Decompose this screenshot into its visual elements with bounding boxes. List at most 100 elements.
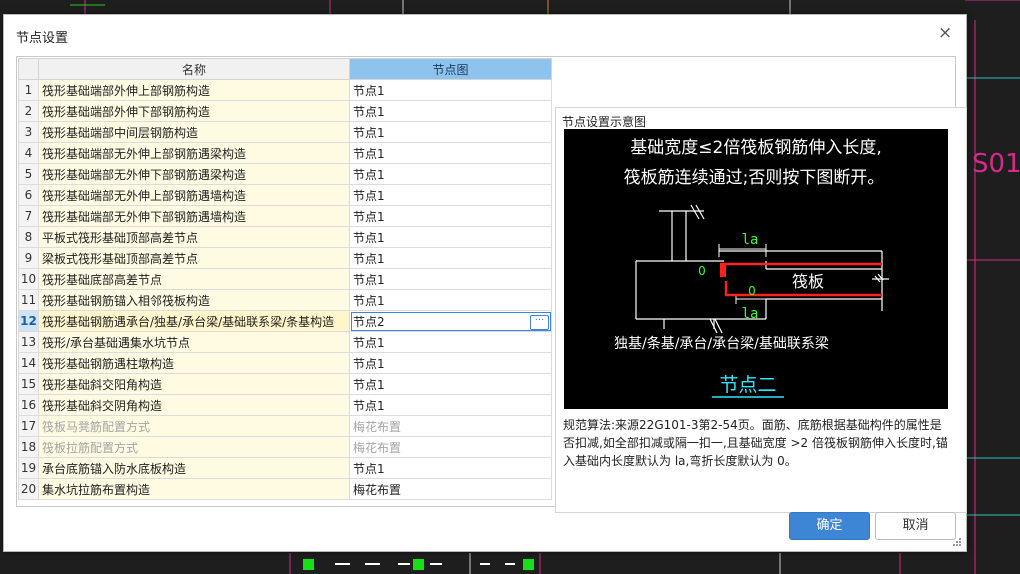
table-row[interactable]: 14 筏形基础钢筋遇柱墩构造 节点1: [18, 352, 552, 374]
row-value-cell[interactable]: 节点1: [349, 205, 552, 227]
row-value-cell[interactable]: 节点1: [349, 121, 552, 143]
row-name-cell[interactable]: 筏形基础钢筋锚入相邻筏板构造: [38, 289, 350, 311]
row-number[interactable]: 6: [18, 184, 39, 206]
resize-grip-icon[interactable]: [952, 537, 962, 547]
row-value-text: 节点1: [353, 251, 385, 266]
row-name-cell[interactable]: 筏形基础钢筋遇柱墩构造: [38, 352, 350, 374]
slab-label: 筏板: [792, 272, 824, 291]
row-name-cell[interactable]: 筏形基础端部无外伸下部钢筋遇墙构造: [38, 205, 350, 227]
row-value-cell[interactable]: 节点1: [349, 247, 552, 269]
ellipsis-button[interactable]: ···: [530, 314, 549, 330]
close-icon[interactable]: ×: [938, 25, 952, 42]
table-row[interactable]: 17 筏板马凳筋配置方式 梅花布置: [18, 415, 552, 437]
row-value-cell[interactable]: 节点1: [349, 100, 552, 122]
row-name-cell[interactable]: 平板式筏形基础顶部高差节点: [38, 226, 350, 248]
row-name-cell[interactable]: 筏形基础钢筋遇承台/独基/承台梁/基础联系梁/条基构造: [38, 310, 350, 332]
node-settings-dialog: 节点设置 × 名称 节点图 1 筏形基础端部外伸上部钢筋构造 节点1 2 筏形基础端部外…: [3, 14, 967, 552]
row-number[interactable]: 11: [18, 289, 39, 311]
row-value-cell[interactable]: 节点1: [349, 268, 552, 290]
table-row[interactable]: 19 承台底筋锚入防水底板构造 节点1: [18, 457, 552, 479]
row-name-cell[interactable]: 筏板拉筋配置方式: [38, 436, 350, 458]
row-value-cell[interactable]: 梅花布置: [349, 478, 552, 500]
row-number[interactable]: 8: [18, 226, 39, 248]
row-value-cell[interactable]: ··· 节点2: [349, 310, 552, 332]
table-row[interactable]: 18 筏板拉筋配置方式 梅花布置: [18, 436, 552, 458]
table-row[interactable]: 1 筏形基础端部外伸上部钢筋构造 节点1: [18, 79, 552, 101]
row-number[interactable]: 9: [18, 247, 39, 269]
row-value-cell[interactable]: 节点1: [349, 226, 552, 248]
table-row[interactable]: 7 筏形基础端部无外伸下部钢筋遇墙构造 节点1: [18, 205, 552, 227]
foundation-label: 独基/条基/承台/承台梁/基础联系梁: [614, 335, 829, 352]
row-number[interactable]: 13: [18, 331, 39, 353]
header-node-image[interactable]: 节点图: [349, 58, 552, 80]
table-row[interactable]: 9 梁板式筏形基础顶部高差节点 节点1: [18, 247, 552, 269]
header-num: [18, 58, 39, 80]
la-bottom-label: la: [742, 306, 759, 322]
row-number[interactable]: 2: [18, 100, 39, 122]
row-value-cell[interactable]: 节点1: [349, 184, 552, 206]
diagram-line1: 基础宽度≤2倍筏板钢筋伸入长度,: [630, 138, 881, 158]
row-name-cell[interactable]: 筏形基础底部高差节点: [38, 268, 350, 290]
table-row[interactable]: 6 筏形基础端部无外伸上部钢筋遇墙构造 节点1: [18, 184, 552, 206]
row-value-cell[interactable]: 节点1: [349, 331, 552, 353]
row-value-cell[interactable]: 节点1: [349, 352, 552, 374]
row-number[interactable]: 19: [18, 457, 39, 479]
row-number[interactable]: 10: [18, 268, 39, 290]
table-row[interactable]: 4 筏形基础端部无外伸上部钢筋遇梁构造 节点1: [18, 142, 552, 164]
row-name-cell[interactable]: 筏形基础端部外伸下部钢筋构造: [38, 100, 350, 122]
row-value-cell[interactable]: 节点1: [349, 163, 552, 185]
row-number[interactable]: 1: [18, 79, 39, 101]
row-value-cell[interactable]: 节点1: [349, 142, 552, 164]
row-number[interactable]: 14: [18, 352, 39, 374]
row-value-cell[interactable]: 节点1: [349, 394, 552, 416]
row-number[interactable]: 7: [18, 205, 39, 227]
row-value-cell[interactable]: 节点1: [349, 457, 552, 479]
row-name-cell[interactable]: 筏形基础端部无外伸下部钢筋遇梁构造: [38, 163, 350, 185]
node-diagram-svg: 基础宽度≤2倍筏板钢筋伸入长度, 筏板筋连续通过;否则按下图断开。 la la …: [564, 129, 948, 409]
row-name-cell[interactable]: 筏形/承台基础遇集水坑节点: [38, 331, 350, 353]
row-number[interactable]: 4: [18, 142, 39, 164]
row-value-cell[interactable]: 梅花布置: [349, 436, 552, 458]
table-row[interactable]: 10 筏形基础底部高差节点 节点1: [18, 268, 552, 290]
row-number[interactable]: 3: [18, 121, 39, 143]
row-name-cell[interactable]: 梁板式筏形基础顶部高差节点: [38, 247, 350, 269]
table-row[interactable]: 5 筏形基础端部无外伸下部钢筋遇梁构造 节点1: [18, 163, 552, 185]
row-number[interactable]: 16: [18, 394, 39, 416]
row-number[interactable]: 17: [18, 415, 39, 437]
row-value-text: 节点1: [353, 293, 385, 308]
row-value-cell[interactable]: 节点1: [349, 79, 552, 101]
row-name-cell[interactable]: 集水坑拉筋布置构造: [38, 478, 350, 500]
row-number[interactable]: 20: [18, 478, 39, 500]
row-name-cell[interactable]: 筏形基础端部中间层钢筋构造: [38, 121, 350, 143]
table-row[interactable]: 3 筏形基础端部中间层钢筋构造 节点1: [18, 121, 552, 143]
row-number[interactable]: 18: [18, 436, 39, 458]
row-value-cell[interactable]: 节点1: [349, 289, 552, 311]
row-number[interactable]: 15: [18, 373, 39, 395]
table-row[interactable]: 11 筏形基础钢筋锚入相邻筏板构造 节点1: [18, 289, 552, 311]
ok-button[interactable]: 确定: [789, 512, 870, 540]
table-row[interactable]: 15 筏形基础斜交阳角构造 节点1: [18, 373, 552, 395]
row-name-cell[interactable]: 筏形基础端部无外伸上部钢筋遇梁构造: [38, 142, 350, 164]
row-name-cell[interactable]: 筏形基础斜交阴角构造: [38, 394, 350, 416]
row-name-cell[interactable]: 承台底筋锚入防水底板构造: [38, 457, 350, 479]
table-row[interactable]: 16 筏形基础斜交阴角构造 节点1: [18, 394, 552, 416]
row-value-text: 节点1: [353, 188, 385, 203]
row-name-cell[interactable]: 筏板马凳筋配置方式: [38, 415, 350, 437]
table-row[interactable]: 20 集水坑拉筋布置构造 梅花布置: [18, 478, 552, 500]
row-value-text: 节点1: [353, 461, 385, 476]
row-number[interactable]: 12: [18, 310, 39, 332]
rebar-hook-top: [720, 263, 726, 277]
row-value-text: 梅花布置: [353, 482, 402, 497]
row-number[interactable]: 5: [18, 163, 39, 185]
header-name[interactable]: 名称: [38, 58, 350, 80]
row-value-cell[interactable]: 节点1: [349, 373, 552, 395]
cancel-button[interactable]: 取消: [875, 512, 956, 540]
table-row[interactable]: 2 筏形基础端部外伸下部钢筋构造 节点1: [18, 100, 552, 122]
row-name-cell[interactable]: 筏形基础端部无外伸上部钢筋遇墙构造: [38, 184, 350, 206]
table-row[interactable]: 8 平板式筏形基础顶部高差节点 节点1: [18, 226, 552, 248]
table-row[interactable]: 12 筏形基础钢筋遇承台/独基/承台梁/基础联系梁/条基构造 ··· 节点2: [18, 310, 552, 332]
row-value-cell[interactable]: 梅花布置: [349, 415, 552, 437]
row-name-cell[interactable]: 筏形基础斜交阳角构造: [38, 373, 350, 395]
table-row[interactable]: 13 筏形/承台基础遇集水坑节点 节点1: [18, 331, 552, 353]
row-name-cell[interactable]: 筏形基础端部外伸上部钢筋构造: [38, 79, 350, 101]
